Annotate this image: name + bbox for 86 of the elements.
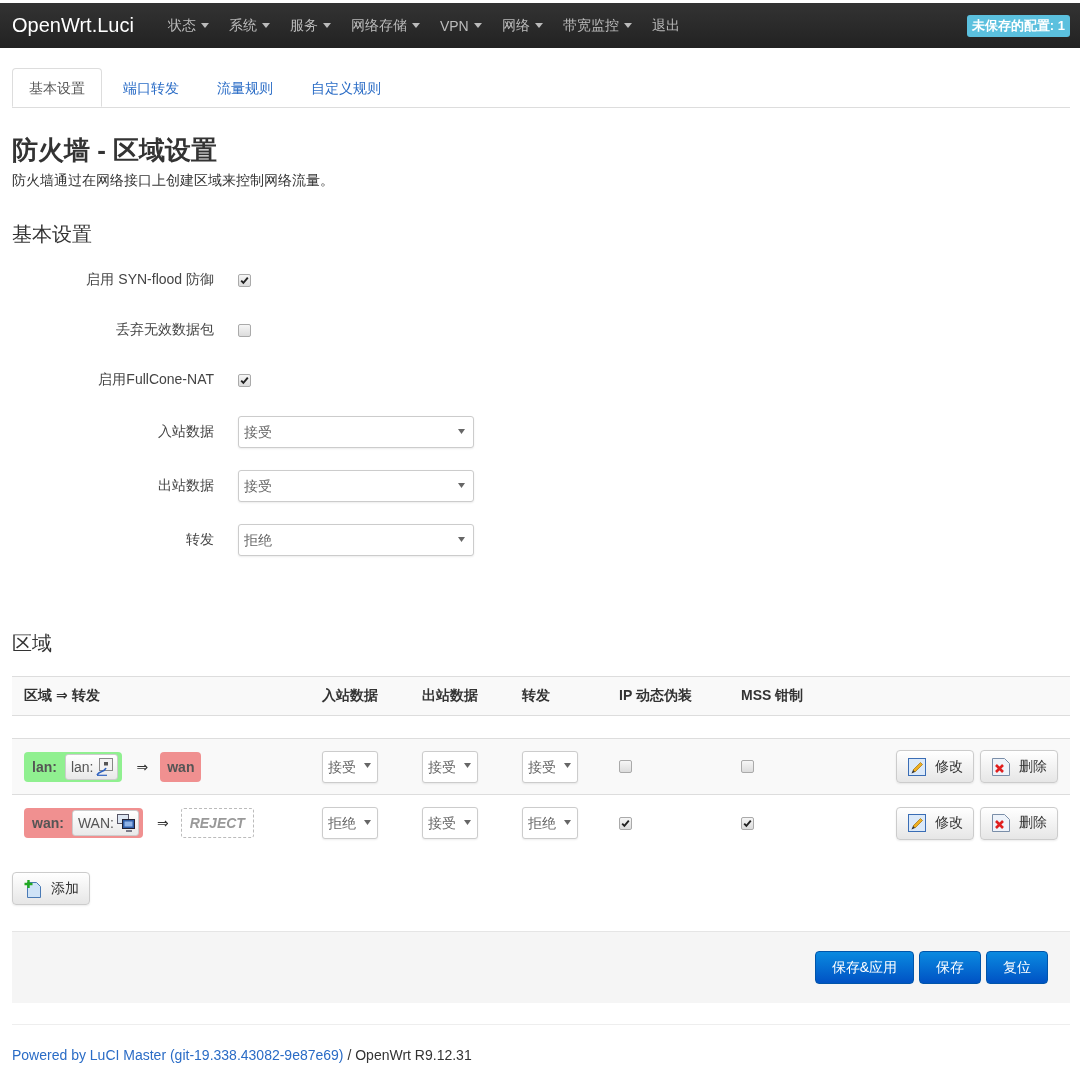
field-label: 启用 SYN-flood 防御 (85, 271, 214, 289)
document-plus-icon (23, 879, 42, 898)
section-title: 区域 (12, 631, 53, 655)
document-x-icon (991, 814, 1010, 832)
document-x-icon (991, 757, 1010, 776)
nav-menu-item[interactable]: 网络存储 (340, 3, 430, 48)
nav-menu-item[interactable]: 退出 (641, 3, 690, 48)
dropdown[interactable]: 接受 (422, 750, 478, 783)
nav-menu-item[interactable]: 网络 (491, 3, 553, 48)
nav-menu-item[interactable]: 系统 (218, 3, 280, 48)
section-title: 基本设置 (12, 222, 93, 246)
caret-icon (464, 763, 471, 768)
caret-icon (200, 23, 209, 28)
column-header: 出站数据 (421, 686, 479, 705)
nav-menu-item[interactable]: 状态 (157, 3, 219, 48)
field-label: 出站数据 (157, 477, 214, 495)
caret-icon (411, 23, 420, 28)
dropdown[interactable]: 拒绝 (238, 524, 474, 556)
arrow-symbol: ⇒ (156, 815, 169, 831)
dropdown[interactable]: 拒绝 (522, 807, 578, 839)
pencil-icon (907, 757, 926, 776)
dropdown[interactable]: 接受 (422, 807, 478, 839)
checkbox[interactable] (619, 760, 632, 773)
field-label: 启用FullCone-NAT (97, 371, 214, 389)
caret-icon (534, 23, 543, 28)
footer-link[interactable]: Powered by LuCI Master (git-19.338.43082-9e87e69) (12, 1047, 344, 1063)
delete-button[interactable]: 删除 (980, 806, 1058, 840)
dropdown[interactable]: 接受 (238, 416, 474, 448)
primary-button[interactable]: 保存&应用 (814, 951, 914, 984)
dropdown[interactable]: 接受 (522, 750, 578, 783)
delete-button[interactable]: 删除 (980, 750, 1058, 783)
footer-text: Powered by LuCI Master (git-19.338.43082-9e87e69) / OpenWrt R9.12.31 (12, 1046, 473, 1064)
tab[interactable]: 流量规则 (200, 68, 290, 107)
checkbox[interactable] (238, 273, 251, 287)
caret-icon (322, 23, 331, 28)
edit-button[interactable]: 修改 (896, 750, 974, 783)
dropdown[interactable]: 拒绝 (322, 807, 378, 839)
zone-name: wan: (32, 815, 64, 831)
caret-icon (364, 819, 371, 825)
column-header: 转发 (521, 686, 551, 705)
brand-logo[interactable]: OpenWrt.Luci (12, 14, 134, 37)
forward-zone: wan (160, 751, 202, 782)
checkbox[interactable] (238, 323, 251, 337)
pencil-icon (907, 814, 926, 832)
add-button[interactable]: 添加 (12, 872, 90, 905)
forward-policy: REJECT (180, 808, 254, 838)
page-title: 防火墙 - 区域设置 (12, 134, 219, 166)
caret-icon (464, 819, 471, 825)
tab[interactable]: 自定义规则 (294, 68, 398, 107)
tab[interactable]: 端口转发 (106, 68, 196, 107)
checkbox[interactable] (619, 816, 632, 830)
arrow-symbol: ⇒ (136, 758, 149, 775)
caret-icon (623, 23, 632, 28)
caret-icon (364, 763, 371, 768)
nav-menu-item[interactable]: 服务 (279, 3, 341, 48)
nav-menu-item[interactable]: 带宽监控 (552, 3, 642, 48)
column-header: 入站数据 (321, 686, 379, 705)
page-description: 防火墙通过在网络接口上创建区域来控制网络流量。 (12, 171, 335, 189)
checkbox[interactable] (741, 760, 754, 773)
checkbox[interactable] (741, 816, 754, 830)
column-header: IP 动态伪装 (618, 686, 693, 705)
dropdown[interactable]: 接受 (322, 750, 378, 783)
interface-name: lan: (70, 758, 94, 775)
primary-button[interactable]: 保存 (919, 951, 981, 984)
caret-icon (458, 482, 465, 488)
nav-menu-item[interactable]: VPN (429, 3, 492, 48)
field-label: 入站数据 (157, 423, 214, 441)
tab[interactable]: 基本设置 (12, 68, 102, 107)
interface-name: WAN: (77, 815, 114, 831)
caret-icon (261, 23, 270, 28)
caret-icon (458, 428, 465, 434)
caret-icon (458, 536, 465, 542)
field-label: 丢弃无效数据包 (115, 321, 214, 339)
edit-button[interactable]: 修改 (896, 806, 974, 840)
caret-icon (564, 819, 571, 825)
caret-icon (564, 763, 571, 768)
monitors-icon (116, 814, 135, 832)
field-label: 转发 (185, 531, 214, 549)
network-port-icon (96, 757, 115, 776)
column-header: 区域 ⇒ 转发 (23, 686, 101, 705)
caret-icon (473, 23, 482, 28)
column-header: MSS 钳制 (740, 686, 805, 705)
dropdown[interactable]: 接受 (238, 470, 474, 502)
primary-button[interactable]: 复位 (986, 951, 1048, 984)
checkbox[interactable] (238, 373, 251, 387)
zone-name: lan: (32, 758, 57, 775)
